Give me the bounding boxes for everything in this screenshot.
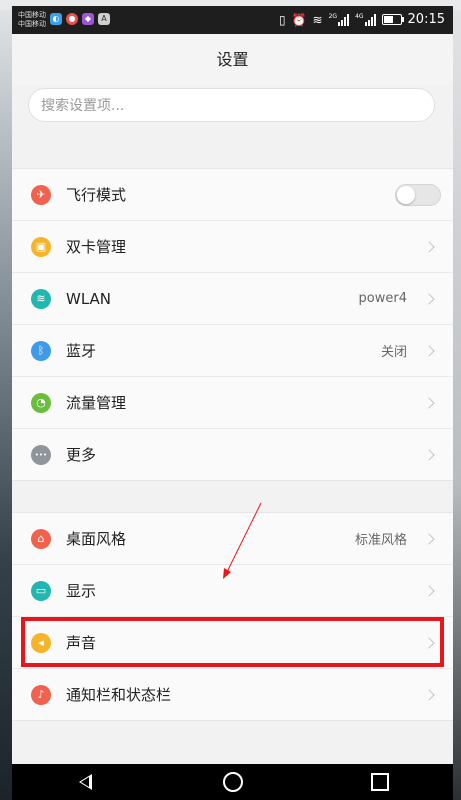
data-usage-icon: ◔	[31, 392, 51, 413]
settings-row-display[interactable]: ▭ 显示	[12, 565, 453, 617]
home-button[interactable]	[213, 767, 253, 797]
home-icon	[222, 772, 243, 792]
settings-row-label: 通知栏和状态栏	[66, 686, 172, 704]
battery-icon	[381, 14, 404, 25]
background-left-strip	[0, 10, 12, 800]
settings-row-wifi[interactable]: ≋ WLAN power4	[12, 273, 453, 325]
notification-icons: ◐ ● ◆ A	[50, 13, 110, 25]
settings-group-network: ✈ 飞行模式 ▣ 双卡管理 ≋ WLAN power4 ᛒ 蓝牙 关闭 ◔ 流量管理 ••• 更多	[12, 168, 453, 481]
back-button[interactable]	[66, 767, 106, 797]
carrier-2: 中国移动	[18, 20, 46, 28]
chevron-right-icon	[423, 344, 435, 357]
title-bar: 设置	[12, 34, 453, 86]
system-icons: ▯ ⏰ ≋ 2G 4G 20:15	[279, 12, 445, 27]
settings-row-label: 桌面风格	[66, 530, 127, 548]
chevron-right-icon	[423, 532, 435, 545]
search-input[interactable]	[29, 89, 403, 123]
settings-row-airplane[interactable]: ✈ 飞行模式	[12, 169, 453, 221]
recents-icon	[370, 773, 389, 791]
app-notification-icon: A	[98, 13, 110, 25]
settings-row-label: 更多	[66, 446, 97, 464]
settings-row-label: 蓝牙	[66, 342, 97, 360]
display-icon: ▭	[31, 580, 51, 601]
app-notification-icon: ●	[66, 13, 78, 25]
chevron-right-icon	[423, 292, 435, 305]
signal-icon: 2G	[329, 13, 350, 26]
toggle-knob	[397, 185, 415, 204]
chevron-right-icon	[423, 584, 435, 597]
carrier-labels: 中国移动 中国移动	[18, 11, 46, 29]
bluetooth-icon: ᛒ	[31, 340, 51, 361]
chevron-right-icon	[423, 240, 435, 253]
back-icon	[79, 774, 92, 790]
carrier-1: 中国移动	[18, 11, 46, 19]
wifi-icon: ≋	[31, 288, 51, 309]
more-icon: •••	[31, 444, 51, 465]
sim-card-icon: ▣	[31, 236, 51, 257]
settings-row-notification[interactable]: ♪ 通知栏和状态栏	[12, 669, 453, 720]
navigation-bar	[12, 764, 453, 800]
vibrate-icon: ▯	[278, 12, 286, 27]
chevron-right-icon	[423, 396, 435, 409]
phone-screen: 中国移动 中国移动 ◐ ● ◆ A ▯ ⏰ ≋ 2G 4G 20:15 设置 搜…	[12, 6, 453, 800]
status-bar: 中国移动 中国移动 ◐ ● ◆ A ▯ ⏰ ≋ 2G 4G 20:15	[12, 6, 453, 34]
status-time: 20:15	[407, 12, 445, 27]
chevron-right-icon	[423, 448, 435, 461]
settings-row-label: WLAN	[66, 289, 112, 308]
app-notification-icon: ◆	[82, 13, 94, 25]
airplane-mode-toggle[interactable]	[395, 183, 441, 206]
signal-icon: 4G	[355, 13, 376, 26]
chevron-right-icon	[423, 688, 435, 701]
search-box[interactable]	[28, 88, 435, 123]
settings-row-label: 飞行模式	[66, 186, 127, 204]
notification-icon: ♪	[31, 684, 51, 705]
home-style-icon: ⌂	[31, 528, 51, 549]
settings-row-label: 显示	[66, 582, 97, 600]
settings-row-data-usage[interactable]: ◔ 流量管理	[12, 377, 453, 429]
airplane-icon: ✈	[31, 184, 51, 205]
background-right-strip	[453, 10, 461, 800]
settings-row-home-style[interactable]: ⌂ 桌面风格 标准风格	[12, 513, 453, 565]
app-notification-icon: ◐	[50, 13, 62, 25]
settings-row-value: power4	[358, 291, 407, 306]
settings-row-value: 标准风格	[354, 533, 407, 548]
alarm-icon: ⏰	[291, 12, 307, 27]
settings-row-bluetooth[interactable]: ᛒ 蓝牙 关闭	[12, 325, 453, 377]
settings-row-value: 关闭	[380, 345, 407, 360]
annotation-highlight-box	[21, 617, 444, 667]
page-title: 设置	[216, 50, 249, 69]
settings-row-label: 双卡管理	[66, 238, 127, 256]
recents-button[interactable]	[360, 767, 400, 797]
wifi-status-icon: ≋	[312, 12, 323, 27]
settings-row-more[interactable]: ••• 更多	[12, 429, 453, 480]
settings-row-label: 流量管理	[66, 394, 127, 412]
settings-row-sim-card[interactable]: ▣ 双卡管理	[12, 221, 453, 273]
